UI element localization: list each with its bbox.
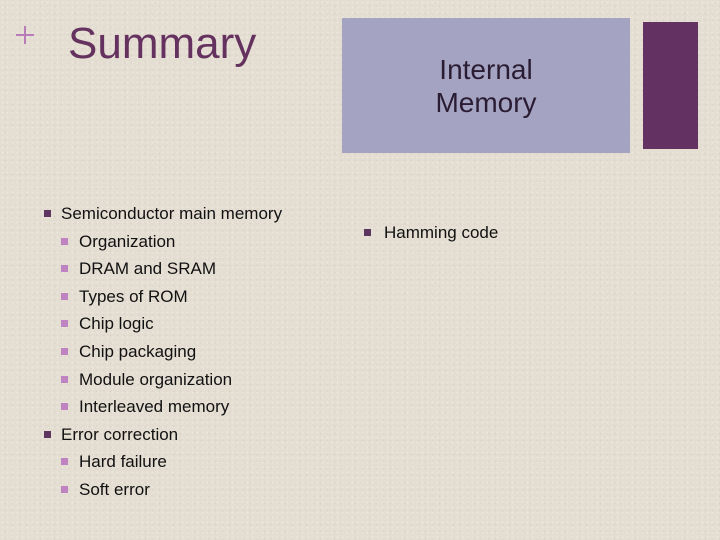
list-item-label: Module organization <box>79 369 233 389</box>
square-bullet-icon <box>61 347 68 355</box>
list-item: Chip packaging <box>44 338 282 366</box>
list-item: Soft error <box>44 476 282 504</box>
list-item-label: Chip packaging <box>79 341 197 361</box>
list-item: Organization <box>44 228 282 256</box>
list-item: Module organization <box>44 366 282 394</box>
section-label: Internal Memory <box>435 53 537 118</box>
accent-bar <box>643 22 698 149</box>
list-item: Types of ROM <box>44 283 282 311</box>
right-bullet-list: Hamming code <box>364 219 498 247</box>
list-item-label: Soft error <box>79 479 150 499</box>
list-item-label: Organization <box>79 231 176 251</box>
list-item: Error correction <box>44 421 282 449</box>
list-item: Semiconductor main memory <box>44 200 282 228</box>
list-item-label: DRAM and SRAM <box>79 259 216 279</box>
plus-icon <box>16 26 34 44</box>
left-bullet-list: Semiconductor main memory Organization D… <box>44 200 282 504</box>
list-item: Chip logic <box>44 310 282 338</box>
square-bullet-icon <box>61 265 68 273</box>
square-bullet-icon <box>61 320 68 328</box>
square-bullet-icon <box>61 485 68 493</box>
square-bullet-icon <box>364 229 371 236</box>
square-bullet-icon <box>61 375 68 383</box>
list-item: Hard failure <box>44 448 282 476</box>
square-bullet-icon <box>61 458 68 466</box>
list-item-label: Chip logic <box>79 314 154 334</box>
list-item: Interleaved memory <box>44 393 282 421</box>
list-item: Hamming code <box>364 219 498 247</box>
slide-title: Summary <box>68 19 257 68</box>
list-item-label: Error correction <box>61 424 179 444</box>
square-bullet-icon <box>61 403 68 411</box>
list-item-label: Hamming code <box>384 223 499 242</box>
section-label-box: Internal Memory <box>342 18 630 153</box>
list-item-label: Interleaved memory <box>79 397 230 417</box>
list-item-label: Semiconductor main memory <box>61 204 283 223</box>
list-item-label: Hard failure <box>79 452 167 472</box>
square-bullet-icon <box>61 292 68 300</box>
list-item-label: Types of ROM <box>79 286 188 306</box>
list-item: DRAM and SRAM <box>44 255 282 283</box>
square-bullet-icon <box>61 237 68 245</box>
square-bullet-icon <box>44 210 51 217</box>
square-bullet-icon <box>44 430 51 438</box>
